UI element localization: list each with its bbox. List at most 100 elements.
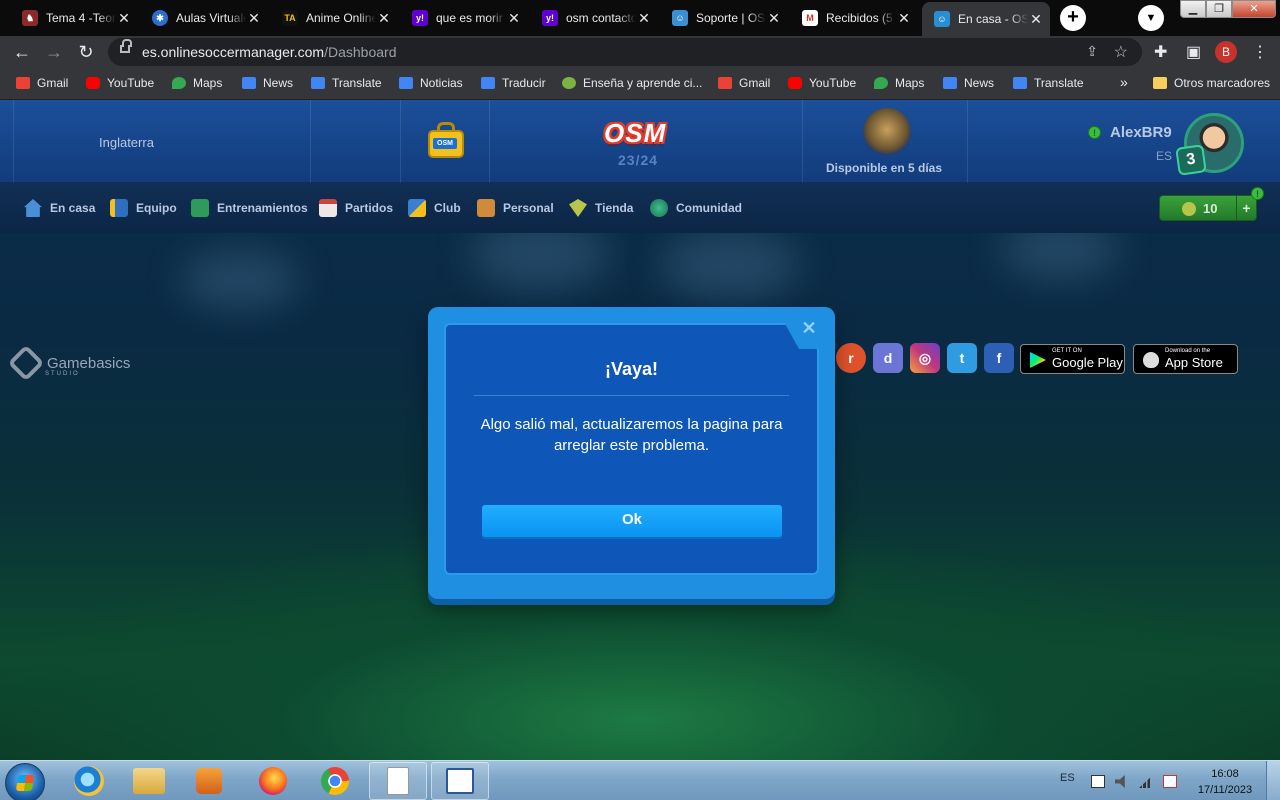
close-tab-icon[interactable]: ✕ [766,10,782,27]
dialog-message: Algo salió mal, actualizaremos la pagina… [480,416,783,454]
bookmark-label: YouTube [809,76,857,90]
bookmark-item[interactable]: Maps [172,76,222,90]
browser-tab[interactable]: ☺ Soporte | OSM ✕ [660,4,788,32]
window-controls: ▁ ❐ ✕ [1180,0,1276,18]
ie-taskbar-button[interactable] [60,762,118,800]
other-bookmarks-label: Otros marcadores [1174,76,1271,90]
bookmark-item[interactable]: News [242,76,293,90]
bookmark-item[interactable]: Translate [311,76,382,90]
ie-icon [74,766,104,796]
tab-title: Recibidos (5 [826,11,893,25]
volume-icon[interactable] [1115,775,1125,788]
youtube-icon [788,77,802,89]
windows-taskbar: ES 16:08 17/11/2023 [0,760,1280,800]
gmail-icon: M [802,10,818,26]
back-arrow-icon[interactable]: ← [10,40,34,64]
close-tab-icon[interactable]: ✕ [896,10,912,27]
bookmark-item[interactable]: Translate [1013,76,1084,90]
dialog-divider [474,395,789,396]
firefox-icon [259,767,287,795]
word-icon [446,768,474,794]
forward-arrow-icon[interactable]: → [42,40,66,64]
osm-icon: ☺ [934,11,950,27]
side-panel-icon[interactable]: ▣ [1186,42,1201,62]
url-path: /Dashboard [324,44,397,60]
minimize-button[interactable]: ▁ [1180,0,1206,18]
firefox-taskbar-button[interactable] [244,762,302,800]
tab-title: que es morir [436,11,503,25]
close-tab-icon[interactable]: ✕ [636,10,652,27]
browser-tab[interactable]: ♞ Tema 4 -Teoría ✕ [10,4,138,32]
bookmark-item[interactable]: Gmail [16,76,68,90]
bookmark-label: Gmail [37,76,69,90]
close-tab-icon[interactable]: ✕ [116,10,132,27]
chrome-taskbar-button[interactable] [306,762,364,800]
explorer-taskbar-button[interactable] [120,762,178,800]
menu-dots-icon[interactable]: ⋮ [1252,42,1268,62]
notepad-icon [387,767,409,795]
address-bar[interactable]: es.onlinesoccermanager.com/Dashboard ⇪ ☆ [108,38,1142,66]
chrome-icon [321,767,349,795]
maps-icon [874,77,888,89]
ok-button[interactable]: Ok [482,505,782,537]
browser-tab[interactable]: y! que es morir ✕ [400,4,528,32]
osm-page: Inglaterra OSM OSM 23/24 Disponible en 5… [0,100,1280,760]
close-window-button[interactable]: ✕ [1232,0,1276,18]
browser-tab[interactable]: M Recibidos (5 ✕ [790,4,918,32]
bookmark-item[interactable]: Traducir [481,76,546,90]
battery-warning-icon[interactable] [1163,775,1177,788]
browser-tab[interactable]: ✱ Aulas Virtuales ✕ [140,4,268,32]
system-clock[interactable]: 16:08 17/11/2023 [1190,766,1260,798]
bookmark-label: Traducir [502,76,546,90]
maximize-button[interactable]: ❐ [1206,0,1232,18]
bookmark-item[interactable]: News [943,76,994,90]
url-host: es.onlinesoccermanager.com [142,44,325,60]
reload-icon[interactable]: ↻ [74,40,98,64]
close-tab-icon[interactable]: ✕ [246,10,262,27]
media-player-taskbar-button[interactable] [180,762,238,800]
close-tab-icon[interactable]: ✕ [506,10,522,27]
bookmark-item[interactable]: Enseña y aprende ci... [562,76,702,90]
bookmarks-overflow-button[interactable]: » [1120,74,1128,90]
tab-title: Soporte | OSM [696,11,766,25]
signal-icon[interactable] [1139,775,1153,788]
close-icon[interactable]: ✕ [800,319,818,337]
start-button[interactable] [5,763,45,800]
bookmark-label: YouTube [107,76,155,90]
lock-icon[interactable] [120,39,132,53]
explorer-icon [133,768,165,794]
bookmark-star-icon[interactable]: ☆ [1114,42,1128,62]
bookmark-item[interactable]: Noticias [399,76,463,90]
word-taskbar-button[interactable] [431,762,489,800]
ta-icon: TA [282,10,298,26]
tab-title: Tema 4 -Teoría [46,11,116,25]
browser-tab-active[interactable]: ☺ En casa - OSM ✕ [922,2,1050,36]
modal-overlay: ✕ ¡Vaya! Algo salió mal, actualizaremos … [0,100,1280,760]
profile-avatar[interactable]: B [1215,41,1237,63]
bookmark-item[interactable]: Gmail [718,76,770,90]
new-tab-button[interactable]: + [1060,5,1086,31]
translate-icon [1013,77,1027,89]
yahoo-icon: y! [542,10,558,26]
close-tab-icon[interactable]: ✕ [1028,11,1044,28]
tab-search-button[interactable]: ▼ [1138,5,1164,31]
bookmark-label: Translate [1034,76,1084,90]
browser-tab[interactable]: y! osm contacto ✕ [530,4,658,32]
clock-date: 17/11/2023 [1197,784,1253,796]
other-bookmarks[interactable]: Otros marcadores [1153,76,1270,90]
share-icon[interactable]: ⇪ [1086,43,1098,60]
language-indicator[interactable]: ES [1060,772,1075,784]
url-text[interactable]: es.onlinesoccermanager.com/Dashboard [142,44,397,60]
tab-title: En casa - OSM [958,12,1028,26]
close-tab-icon[interactable]: ✕ [376,10,392,27]
bookmark-item[interactable]: Maps [874,76,924,90]
network-devices-icon[interactable] [1091,775,1105,788]
bookmark-item[interactable]: YouTube [788,76,856,90]
notepad-taskbar-button[interactable] [369,762,427,800]
extensions-puzzle-icon[interactable]: ✚ [1154,42,1167,62]
folder-icon [1153,77,1167,89]
show-desktop-button[interactable] [1266,761,1280,800]
news-icon [242,77,256,89]
browser-tab[interactable]: TA Anime Online ✕ [270,4,398,32]
bookmark-item[interactable]: YouTube [86,76,154,90]
